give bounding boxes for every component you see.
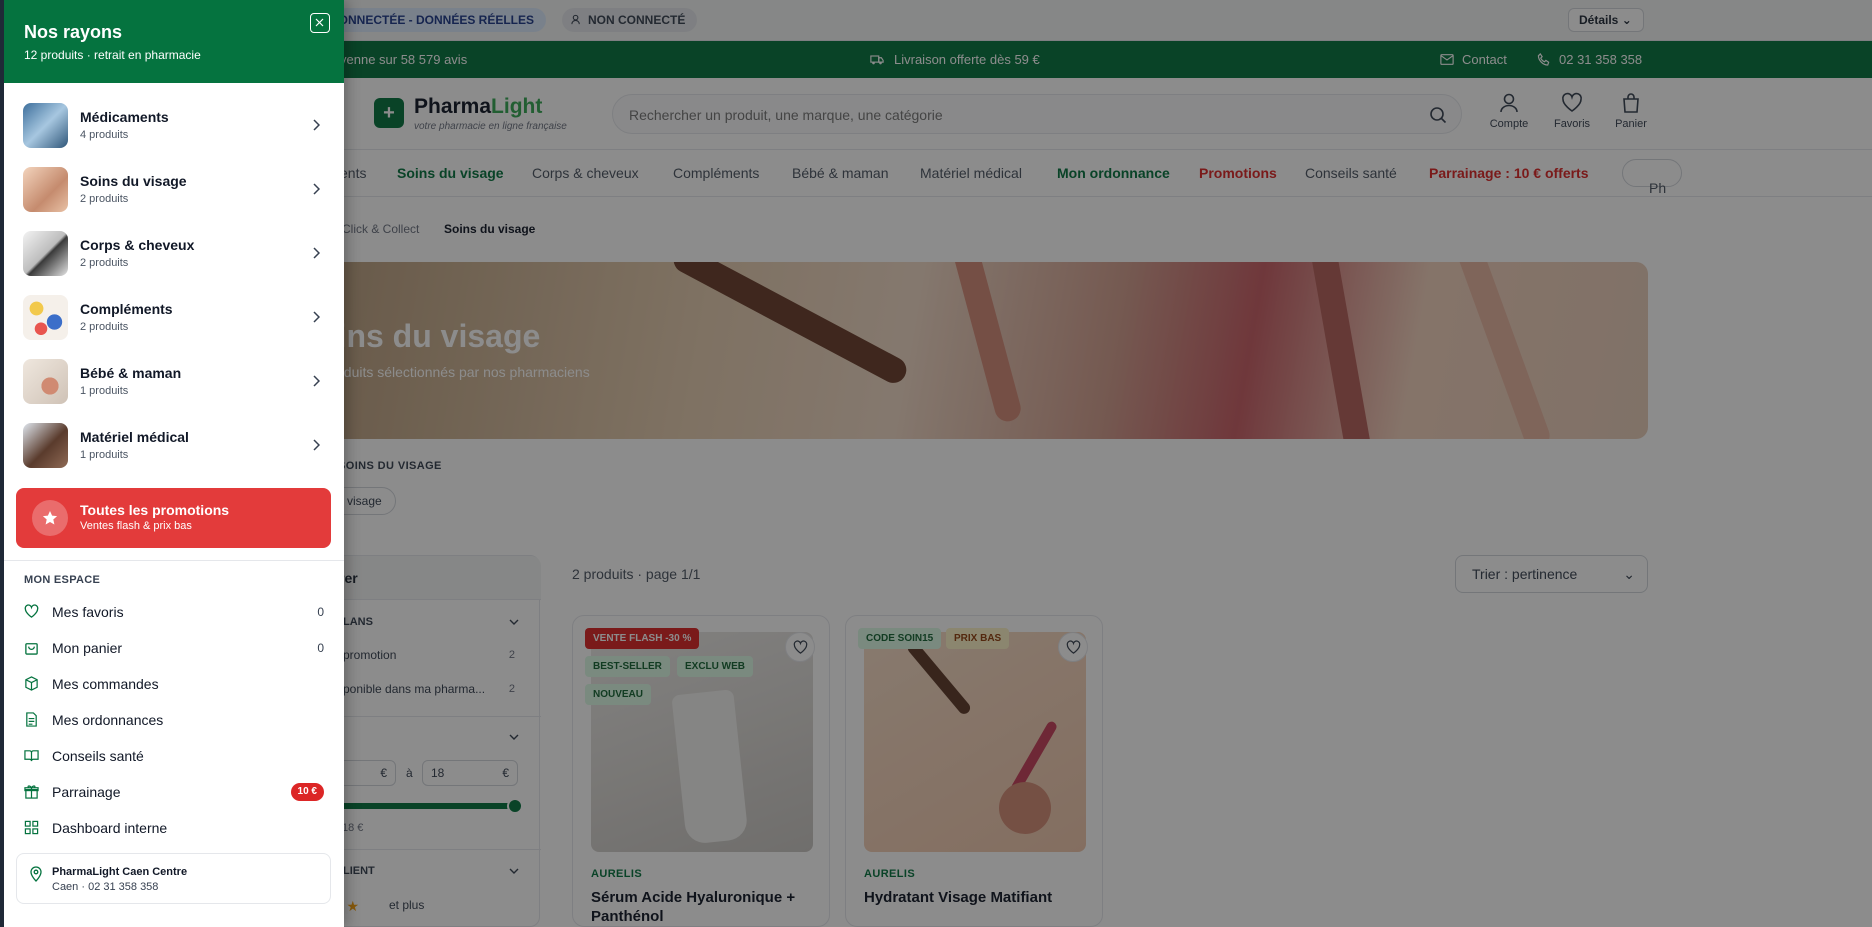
category-count: 2 produits bbox=[80, 321, 129, 333]
category-name: Bébé & maman bbox=[80, 365, 182, 381]
book-icon bbox=[24, 750, 39, 762]
package-icon bbox=[25, 676, 38, 691]
chevron-right-icon bbox=[313, 439, 320, 451]
dashboard-icon bbox=[24, 820, 39, 835]
drawer-header: Nos rayons 12 produits · retrait en phar… bbox=[4, 0, 344, 83]
category-item-medicaments[interactable]: Médicaments 4 produits bbox=[4, 93, 344, 157]
category-thumbnail bbox=[23, 167, 68, 212]
menu-item-referral[interactable]: Parrainage 10 € bbox=[4, 777, 344, 807]
bag-icon bbox=[25, 643, 38, 655]
menu-item-favorites[interactable]: Mes favoris 0 bbox=[4, 597, 344, 627]
menu-item-health-tips[interactable]: Conseils santé bbox=[4, 741, 344, 771]
category-item-complements[interactable]: Compléments 2 produits bbox=[4, 285, 344, 349]
close-button[interactable] bbox=[310, 13, 330, 33]
chevron-right-icon bbox=[313, 375, 320, 387]
category-count: 4 produits bbox=[80, 129, 129, 141]
category-thumbnail bbox=[23, 231, 68, 276]
category-name: Compléments bbox=[80, 301, 173, 317]
menu-item-dashboard[interactable]: Dashboard interne bbox=[4, 813, 344, 843]
menu-item-cart[interactable]: Mon panier 0 bbox=[4, 633, 344, 663]
chevron-right-icon bbox=[313, 183, 320, 195]
menu-item-label: Mes ordonnances bbox=[52, 712, 164, 728]
category-count: 1 produits bbox=[80, 449, 129, 461]
drawer-title: Nos rayons bbox=[24, 22, 123, 42]
chevron-right-icon bbox=[313, 311, 320, 323]
document-icon bbox=[26, 712, 37, 727]
category-thumbnail bbox=[23, 359, 68, 404]
category-item-materiel-medical[interactable]: Matériel médical 1 produits bbox=[4, 413, 344, 477]
location-pin-icon bbox=[30, 866, 42, 882]
divider bbox=[4, 560, 344, 561]
menu-item-label: Mon panier bbox=[52, 640, 123, 656]
menu-item-label: Mes favoris bbox=[52, 604, 124, 620]
promo-title: Toutes les promotions bbox=[80, 502, 230, 518]
category-name: Matériel médical bbox=[80, 429, 189, 445]
category-thumbnail bbox=[23, 295, 68, 340]
promo-subtitle: Ventes flash & prix bas bbox=[80, 520, 192, 532]
menu-item-label: Dashboard interne bbox=[52, 820, 168, 836]
category-item-bebe-maman[interactable]: Bébé & maman 1 produits bbox=[4, 349, 344, 413]
referral-badge: 10 € bbox=[290, 783, 324, 801]
drawer-subtitle: 12 produits · retrait en pharmacie bbox=[24, 48, 201, 62]
categories-drawer: Nos rayons 12 produits · retrait en phar… bbox=[0, 0, 344, 927]
cart-count: 0 bbox=[317, 641, 324, 655]
chevron-right-icon bbox=[313, 247, 320, 259]
menu-item-label: Conseils santé bbox=[52, 748, 144, 764]
my-space-heading: MON ESPACE bbox=[24, 574, 101, 586]
category-name: Corps & cheveux bbox=[80, 237, 195, 253]
category-count: 2 produits bbox=[80, 257, 129, 269]
store-name: PharmaLight Caen Centre bbox=[52, 866, 188, 878]
category-count: 2 produits bbox=[80, 193, 129, 205]
star-icon bbox=[32, 500, 68, 536]
menu-item-label: Parrainage bbox=[52, 784, 121, 800]
category-name: Soins du visage bbox=[80, 173, 187, 189]
store-card[interactable]: PharmaLight Caen Centre Caen · 02 31 358… bbox=[16, 853, 331, 904]
menu-item-prescriptions[interactable]: Mes ordonnances bbox=[4, 705, 344, 735]
heart-icon bbox=[24, 604, 39, 618]
category-item-corps-cheveux[interactable]: Corps & cheveux 2 produits bbox=[4, 221, 344, 285]
chevron-right-icon bbox=[313, 119, 320, 131]
category-count: 1 produits bbox=[80, 385, 129, 397]
all-promotions-button[interactable]: Toutes les promotions Ventes flash & pri… bbox=[16, 488, 331, 548]
category-name: Médicaments bbox=[80, 109, 169, 125]
category-item-soins-visage[interactable]: Soins du visage 2 produits bbox=[4, 157, 344, 221]
category-thumbnail bbox=[23, 103, 68, 148]
favorites-count: 0 bbox=[317, 605, 324, 619]
gift-icon bbox=[24, 785, 39, 799]
category-thumbnail bbox=[23, 423, 68, 468]
store-info: Caen · 02 31 358 358 bbox=[52, 881, 159, 893]
close-icon bbox=[315, 18, 324, 27]
menu-item-orders[interactable]: Mes commandes bbox=[4, 669, 344, 699]
menu-item-label: Mes commandes bbox=[52, 676, 159, 692]
